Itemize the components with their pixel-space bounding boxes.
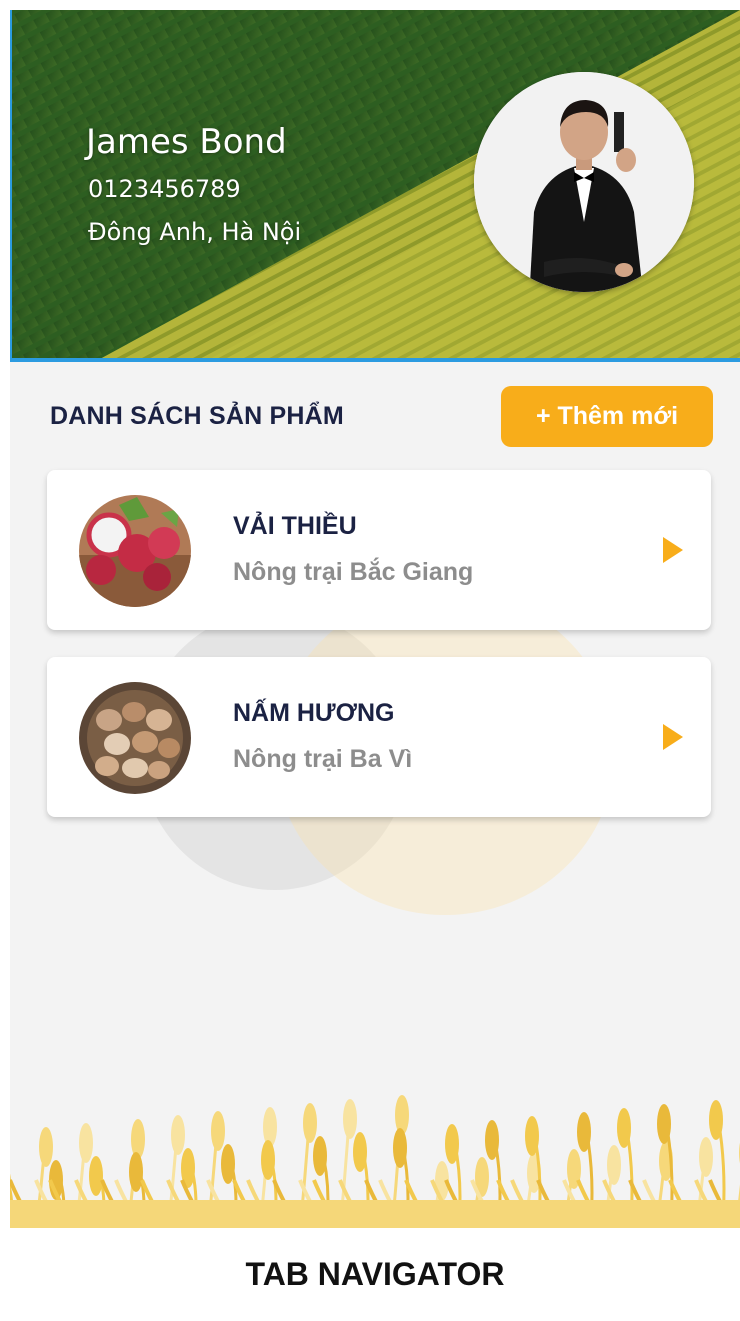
product-farm: Nông trại Ba Vì [233,745,413,773]
profile-phone: 0123456789 [88,175,241,203]
product-name: NẤM HƯƠNG [233,699,395,727]
profile-header: James Bond 0123456789 Đông Anh, Hà Nội [10,10,740,362]
avatar[interactable] [474,72,694,292]
app-screen: James Bond 0123456789 Đông Anh, Hà Nội D… [10,10,740,1321]
tab-navigator[interactable]: TAB NAVIGATOR [10,1228,740,1321]
product-card[interactable]: NẤM HƯƠNG Nông trại Ba Vì [47,657,711,817]
wheat-decoration [10,1095,740,1230]
product-farm: Nông trại Bắc Giang [233,558,474,586]
add-product-button[interactable]: + Thêm mới [501,386,713,447]
lychee-photo-icon [79,495,191,607]
product-card[interactable]: VẢI THIỀU Nông trại Bắc Giang [47,470,711,630]
products-section-title: DANH SÁCH SẢN PHẨM [50,402,344,430]
profile-address: Đông Anh, Hà Nội [88,218,302,246]
tab-navigator-label: TAB NAVIGATOR [245,1256,505,1292]
avatar-person-icon [474,72,694,292]
profile-name: James Bond [86,122,287,162]
mushroom-photo-icon [79,682,191,794]
play-arrow-icon [663,537,683,563]
product-name: VẢI THIỀU [233,512,357,540]
play-arrow-icon [663,724,683,750]
